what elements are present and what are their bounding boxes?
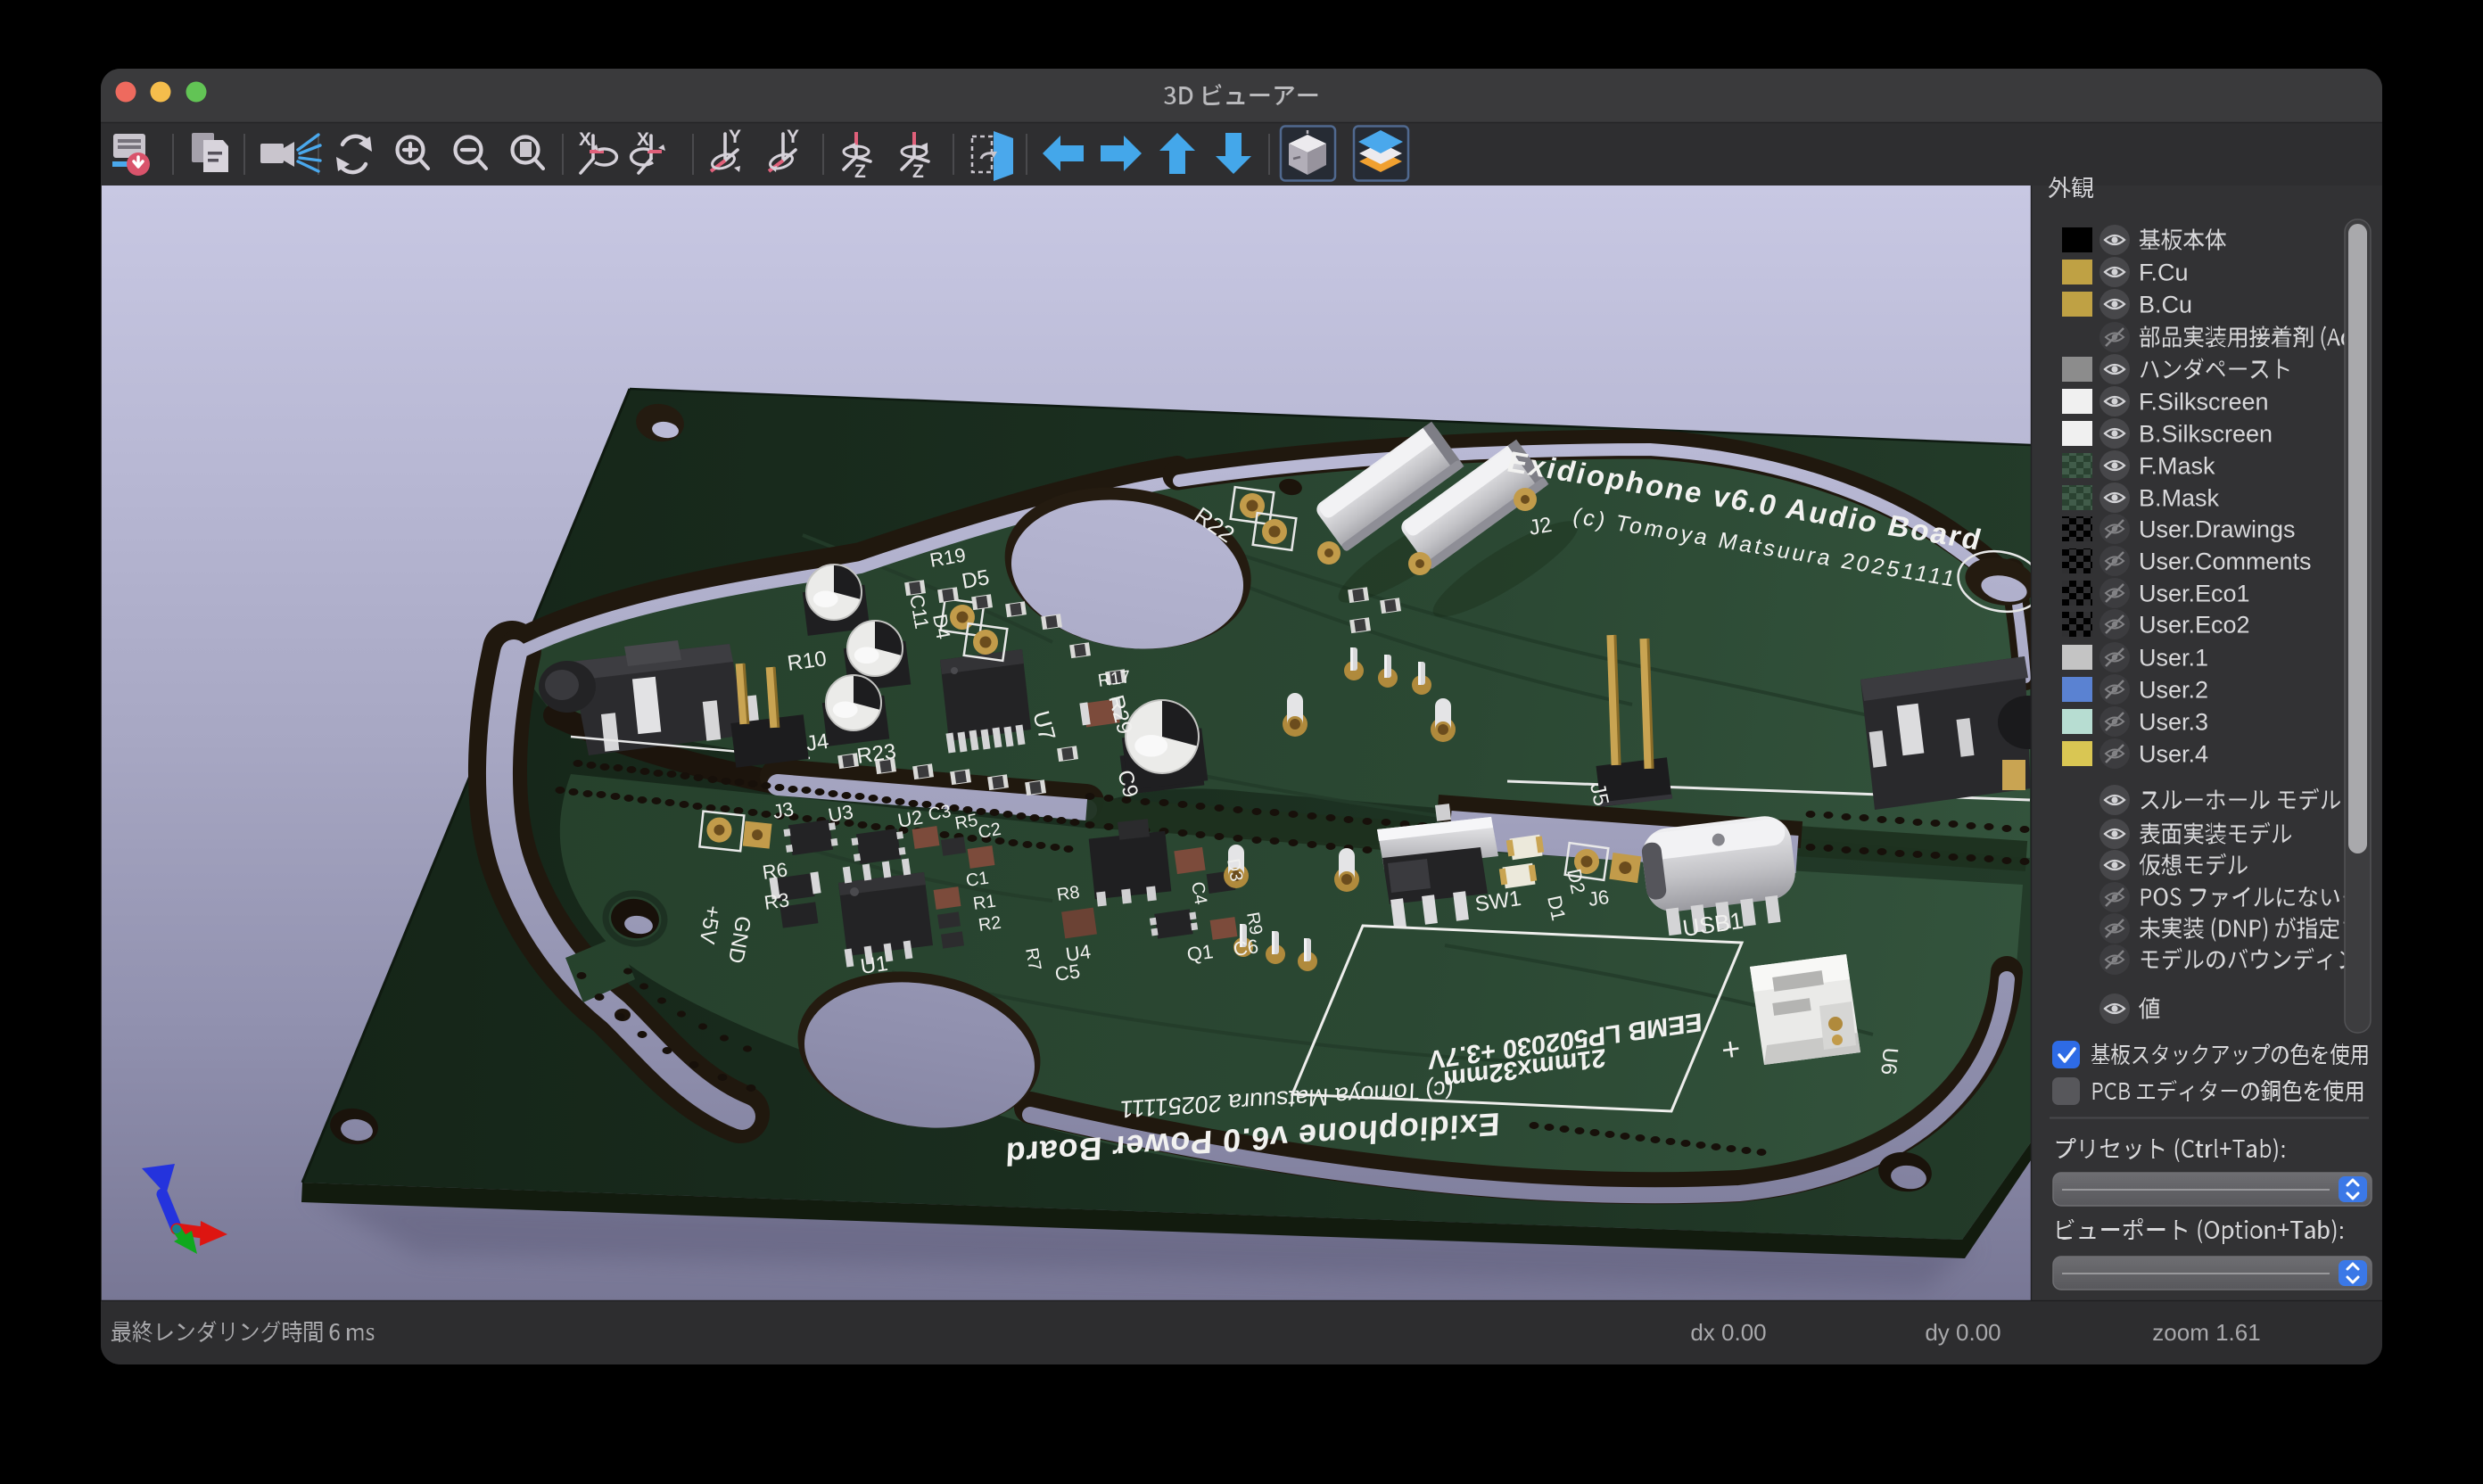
svg-text:D3: D3: [1223, 857, 1246, 883]
svg-text:User.Eco2: User.Eco2: [2139, 612, 2250, 639]
svg-text:Z: Z: [912, 161, 924, 182]
svg-text:D5: D5: [960, 565, 991, 594]
svg-text:Y: Y: [787, 127, 799, 147]
svg-text:dx 0.00: dx 0.00: [1690, 1319, 1766, 1346]
svg-text:R1: R1: [972, 892, 997, 914]
svg-text:Y: Y: [729, 127, 741, 147]
svg-text:C3: C3: [927, 802, 953, 825]
svg-text:User.Comments: User.Comments: [2139, 548, 2312, 575]
svg-text:X: X: [579, 129, 591, 150]
svg-text:R5: R5: [953, 811, 979, 834]
svg-text:B.Cu: B.Cu: [2139, 292, 2192, 318]
svg-text:R3: R3: [763, 888, 790, 914]
svg-text:User.3: User.3: [2139, 709, 2208, 736]
svg-text:J2: J2: [1527, 513, 1554, 540]
svg-text:dy 0.00: dy 0.00: [1925, 1319, 2000, 1346]
svg-text:R6: R6: [761, 858, 788, 884]
svg-text:R7: R7: [1021, 946, 1044, 972]
svg-text:X: X: [637, 129, 649, 150]
svg-text:U2: U2: [896, 805, 925, 832]
svg-text:U6: U6: [1876, 1046, 1902, 1076]
svg-text:User.Eco1: User.Eco1: [2139, 581, 2250, 607]
svg-text:User.2: User.2: [2139, 677, 2208, 704]
svg-text:J6: J6: [1587, 886, 1611, 911]
svg-text:User.1: User.1: [2139, 645, 2208, 672]
svg-text:zoom 1.61: zoom 1.61: [2152, 1319, 2260, 1346]
svg-text:R9: R9: [1242, 911, 1266, 936]
svg-text:User.4: User.4: [2139, 741, 2208, 768]
svg-text:Q1: Q1: [1185, 940, 1215, 966]
svg-text:Z: Z: [854, 161, 866, 182]
svg-text:U1: U1: [859, 952, 889, 979]
svg-text:J4: J4: [804, 730, 830, 756]
svg-text:C2: C2: [977, 820, 1002, 843]
svg-text:U3: U3: [827, 800, 855, 827]
svg-text:C6: C6: [1232, 935, 1259, 960]
svg-text:D4: D4: [928, 613, 955, 641]
svg-text:C1: C1: [965, 869, 990, 891]
svg-text:F.Cu: F.Cu: [2139, 260, 2189, 286]
svg-text:C5: C5: [1053, 960, 1081, 985]
svg-text:B.Mask: B.Mask: [2139, 485, 2220, 512]
svg-text:C4: C4: [1187, 880, 1210, 906]
svg-text:B.Silkscreen: B.Silkscreen: [2139, 421, 2273, 448]
svg-text:R2: R2: [978, 913, 1002, 936]
svg-text:F.Mask: F.Mask: [2139, 453, 2215, 480]
svg-text:R8: R8: [1056, 883, 1081, 905]
svg-text:F.Silkscreen: F.Silkscreen: [2139, 389, 2269, 416]
svg-text:User.Drawings: User.Drawings: [2139, 516, 2296, 543]
svg-text:J3: J3: [771, 797, 796, 823]
